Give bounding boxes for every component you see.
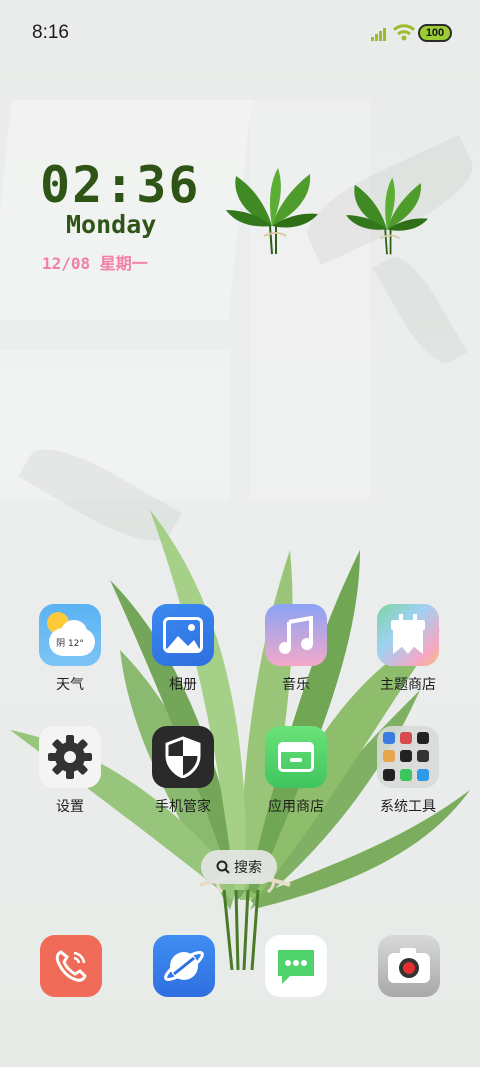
app-gallery[interactable]: 相册	[133, 604, 233, 694]
app-settings[interactable]: 设置	[20, 726, 120, 816]
search-icon	[216, 860, 230, 874]
battery-icon: 100	[418, 24, 452, 42]
camera-icon	[388, 948, 430, 983]
wifi-icon	[393, 24, 415, 41]
signal-icon	[371, 28, 387, 41]
dock-messages[interactable]	[265, 935, 327, 997]
messages-icon	[278, 950, 314, 984]
clock-date: 12/08 星期一	[42, 254, 148, 273]
clock-weekday: Monday	[66, 210, 157, 239]
app-system-tools-folder[interactable]: 系统工具	[358, 726, 458, 816]
search-label: 搜索	[234, 860, 262, 876]
phone-icon	[55, 950, 87, 982]
clock-time: 02:36	[40, 156, 201, 214]
gallery-icon	[152, 604, 214, 666]
app-store-icon	[265, 726, 327, 788]
settings-gear-icon	[39, 726, 101, 788]
dock-camera[interactable]	[378, 935, 440, 997]
app-app-store[interactable]: 应用商店	[246, 726, 346, 816]
status-bar: 8:16 100	[0, 0, 480, 66]
status-time: 8:16	[32, 22, 69, 43]
bouquet-sticker-icon	[346, 177, 428, 255]
app-weather[interactable]: 阴 12° 天气	[20, 604, 120, 694]
theme-store-icon	[377, 604, 439, 666]
app-theme-store[interactable]: 主题商店	[358, 604, 458, 694]
system-tools-folder-icon	[377, 726, 439, 788]
dock-phone[interactable]	[40, 935, 102, 997]
phone-manager-shield-icon	[152, 726, 214, 788]
dock-browser[interactable]	[153, 935, 215, 997]
weather-icon: 阴 12°	[39, 604, 101, 666]
app-music[interactable]: 音乐	[246, 604, 346, 694]
music-icon	[265, 604, 327, 666]
search-button[interactable]: 搜索	[201, 850, 277, 884]
browser-icon	[164, 950, 204, 982]
app-phone-manager[interactable]: 手机管家	[133, 726, 233, 816]
bouquet-sticker-icon	[226, 168, 318, 255]
